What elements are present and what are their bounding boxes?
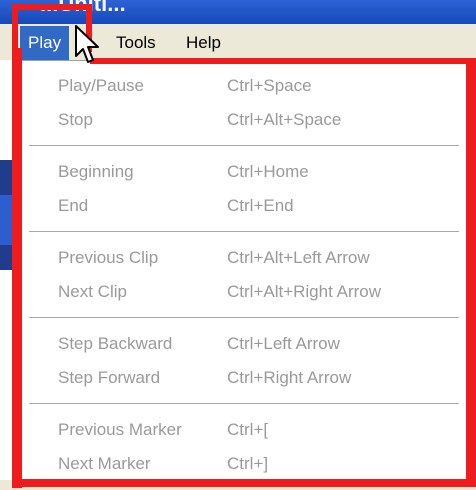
- menu-item-shortcut: Ctrl+Home: [227, 162, 309, 181]
- menu-item-shortcut: Ctrl+Alt+Left Arrow: [227, 248, 370, 267]
- menu-item-beginning[interactable]: Beginning Ctrl+Home: [21, 158, 467, 186]
- menu-item-shortcut: Ctrl+Space: [227, 76, 312, 95]
- menu-item-label: Step Forward: [58, 368, 161, 387]
- menu-separator: [29, 231, 459, 233]
- menu-item-step-backward[interactable]: Step Backward Ctrl+Left Arrow: [21, 330, 467, 358]
- menu-item-shortcut: Ctrl+End: [227, 196, 294, 215]
- menu-item-shortcut: Ctrl+Alt+Space: [227, 110, 342, 129]
- menu-item-next-clip[interactable]: Next Clip Ctrl+Alt+Right Arrow: [21, 278, 467, 306]
- play-menu-dropdown: Play/Pause Ctrl+Space Stop Ctrl+Alt+Spac…: [20, 60, 468, 481]
- menu-item-stop[interactable]: Stop Ctrl+Alt+Space: [21, 106, 467, 134]
- menu-item-step-forward[interactable]: Step Forward Ctrl+Right Arrow: [21, 364, 467, 392]
- menu-item-label: Beginning: [58, 162, 134, 181]
- menu-item-label: Next Clip: [58, 282, 127, 301]
- mouse-pointer-icon: [75, 25, 99, 63]
- annotation-highlight-right: [466, 58, 476, 486]
- menu-item-shortcut: Ctrl+[: [227, 420, 269, 439]
- menu-item-play-pause[interactable]: Play/Pause Ctrl+Space: [21, 72, 467, 100]
- annotation-highlight-bottom: [12, 479, 476, 487]
- menu-separator: [29, 403, 459, 405]
- menu-item-previous-clip[interactable]: Previous Clip Ctrl+Alt+Left Arrow: [21, 244, 467, 272]
- menu-item-shortcut: Ctrl+Right Arrow: [227, 368, 352, 387]
- menu-item-previous-marker[interactable]: Previous Marker Ctrl+[: [21, 416, 467, 444]
- menu-tools[interactable]: Tools: [108, 26, 164, 60]
- menu-item-next-marker[interactable]: Next Marker Ctrl+]: [21, 450, 467, 478]
- menu-item-label: Next Marker: [58, 454, 151, 473]
- menu-help[interactable]: Help: [178, 26, 229, 60]
- menu-item-shortcut: Ctrl+Alt+Right Arrow: [227, 282, 381, 301]
- annotation-highlight-left: [12, 48, 22, 488]
- menu-item-label: Stop: [58, 110, 93, 129]
- menu-separator: [29, 145, 459, 147]
- menu-item-shortcut: Ctrl+]: [227, 454, 269, 473]
- menu-item-label: Previous Clip: [58, 248, 159, 267]
- menu-item-label: Previous Marker: [58, 420, 182, 439]
- annotation-highlight-top: [90, 58, 476, 64]
- menu-item-label: Step Backward: [58, 334, 173, 353]
- menu-separator: [29, 317, 459, 319]
- menu-item-label: End: [58, 196, 89, 215]
- menu-item-end[interactable]: End Ctrl+End: [21, 192, 467, 220]
- menu-item-label: Play/Pause: [58, 76, 144, 95]
- menu-item-shortcut: Ctrl+Left Arrow: [227, 334, 340, 353]
